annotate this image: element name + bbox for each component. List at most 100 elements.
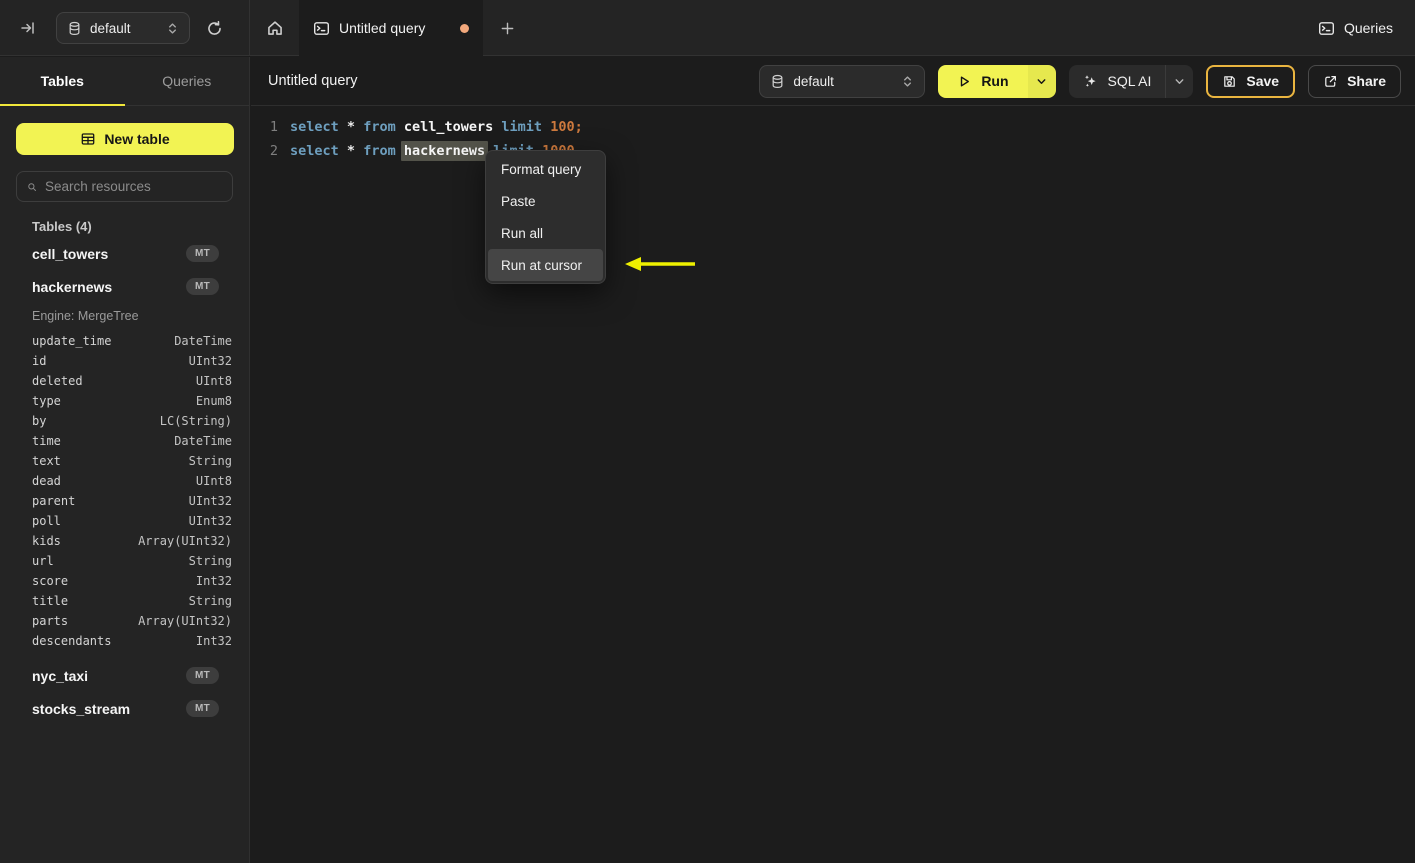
chevron-down-icon [1175, 78, 1184, 84]
column-row: by LC(String) [0, 411, 249, 431]
new-table-button[interactable]: New table [16, 123, 234, 155]
save-button[interactable]: Save [1206, 64, 1296, 98]
new-table-label: New table [104, 131, 170, 147]
column-name: url [32, 554, 54, 568]
queries-label: Queries [1343, 20, 1393, 36]
table-row-hackernews[interactable]: hackernews MT [0, 270, 249, 303]
column-name: parts [32, 614, 69, 628]
column-row: deleted UInt8 [0, 371, 249, 391]
run-options-button[interactable] [1027, 64, 1056, 98]
terminal-icon [314, 21, 329, 35]
column-row: parent UInt32 [0, 491, 249, 511]
code-line[interactable]: 1 select * from cell_towers limit 100; [251, 115, 1415, 139]
share-label: Share [1347, 73, 1386, 89]
column-name: score [32, 574, 69, 588]
code-text: select * from cell_towers limit 100; [290, 119, 583, 135]
sidebar-tab-queries[interactable]: Queries [125, 57, 250, 105]
column-name: title [32, 594, 69, 608]
code-token: * [346, 143, 356, 159]
sidebar: Tables Queries New table Tables (4) cell… [0, 57, 250, 863]
column-row: poll UInt32 [0, 511, 249, 531]
column-row: dead UInt8 [0, 471, 249, 491]
sql-editor[interactable]: 1 select * from cell_towers limit 100; 2 se… [251, 106, 1415, 163]
database-icon [772, 74, 783, 88]
database-icon [69, 21, 80, 35]
column-type: UInt32 [188, 494, 232, 508]
column-list: update_time DateTime id UInt32 deleted UInt8 t… [0, 328, 249, 651]
annotation-arrow [625, 257, 695, 271]
column-type: UInt8 [195, 374, 232, 388]
table-name: hackernews [32, 278, 113, 295]
context-menu: Format query Paste Run all Run at cursor [485, 150, 606, 284]
column-type: String [188, 454, 232, 468]
queries-button[interactable]: Queries [1318, 0, 1393, 56]
table-row-stocks_stream[interactable]: stocks_stream MT [0, 692, 249, 725]
column-type: Enum8 [195, 394, 232, 408]
column-name: text [32, 454, 61, 468]
terminal-icon [1318, 21, 1334, 35]
column-row: url String [0, 551, 249, 571]
sql-ai-button[interactable]: SQL AI [1069, 65, 1166, 98]
app-window: default Untitled query Queries Tables Qu… [0, 0, 1415, 863]
sql-ai-options-button[interactable] [1165, 64, 1193, 98]
column-type: Array(UInt32) [138, 534, 232, 548]
column-name: type [32, 394, 61, 408]
sql-ai-split-button: SQL AI [1068, 64, 1194, 98]
updown-chevron-icon [169, 22, 176, 34]
tables-section-label: Tables (4) [32, 219, 92, 234]
column-type: DateTime [174, 434, 232, 448]
column-type: Array(UInt32) [138, 614, 232, 628]
list-gap [0, 651, 249, 659]
column-row: descendants Int32 [0, 631, 249, 651]
column-row: score Int32 [0, 571, 249, 591]
run-split-button: Run [938, 64, 1056, 98]
column-name: kids [32, 534, 61, 548]
column-name: poll [32, 514, 61, 528]
search-input[interactable] [45, 179, 222, 194]
engine-badge: MT [185, 667, 219, 684]
sidebar-tab-tables[interactable]: Tables [0, 57, 125, 105]
code-line[interactable]: 2select * from hackernews limit 1000 [251, 139, 1415, 163]
engine-badge: MT [185, 278, 219, 295]
code-token: limit [501, 119, 543, 135]
database-selector[interactable]: default [56, 12, 190, 44]
column-name: time [32, 434, 61, 448]
code-token: select [290, 143, 339, 159]
run-button[interactable]: Run [938, 64, 1028, 98]
context-menu-item-format-query[interactable]: Format query [488, 153, 603, 185]
search-box[interactable] [16, 171, 233, 202]
tab-untitled-query[interactable]: Untitled query [299, 0, 483, 56]
column-row: update_time DateTime [0, 331, 249, 351]
context-menu-item-run-at-cursor[interactable]: Run at cursor [488, 249, 603, 281]
refresh-button[interactable] [200, 14, 228, 42]
home-button[interactable] [251, 0, 299, 56]
table-list: cell_towers MT hackernews MT Engine: MergeTr… [0, 237, 249, 725]
code-token: hackernews [400, 141, 489, 161]
column-name: dead [32, 474, 61, 488]
context-menu-item-paste[interactable]: Paste [488, 185, 603, 217]
column-type: Int32 [195, 634, 232, 648]
column-row: text String [0, 451, 249, 471]
column-row: parts Array(UInt32) [0, 611, 249, 631]
editor-toolbar: default Run SQL AI Save Share [759, 64, 1401, 98]
new-tab-button[interactable] [483, 0, 531, 56]
table-row-cell_towers[interactable]: cell_towers MT [0, 237, 249, 270]
table-name: nyc_taxi [32, 667, 89, 684]
table-row-nyc_taxi[interactable]: nyc_taxi MT [0, 659, 249, 692]
query-title: Untitled query [268, 73, 358, 89]
editor-database-selector[interactable]: default [759, 64, 926, 98]
sidebar-tabs: Tables Queries [0, 57, 249, 106]
line-number: 1 [269, 119, 278, 135]
column-row: type Enum8 [0, 391, 249, 411]
engine-label: Engine: MergeTree [32, 309, 139, 323]
database-selector-value: default [90, 20, 131, 36]
code-token: from [363, 119, 396, 135]
plus-icon [501, 22, 513, 34]
column-row: time DateTime [0, 431, 249, 451]
save-label: Save [1246, 73, 1280, 89]
column-type: UInt8 [195, 474, 232, 488]
context-menu-item-run-all[interactable]: Run all [488, 217, 603, 249]
code-token: 100; [550, 119, 583, 135]
collapse-sidebar-button[interactable] [14, 14, 42, 42]
share-button[interactable]: Share [1308, 64, 1401, 98]
